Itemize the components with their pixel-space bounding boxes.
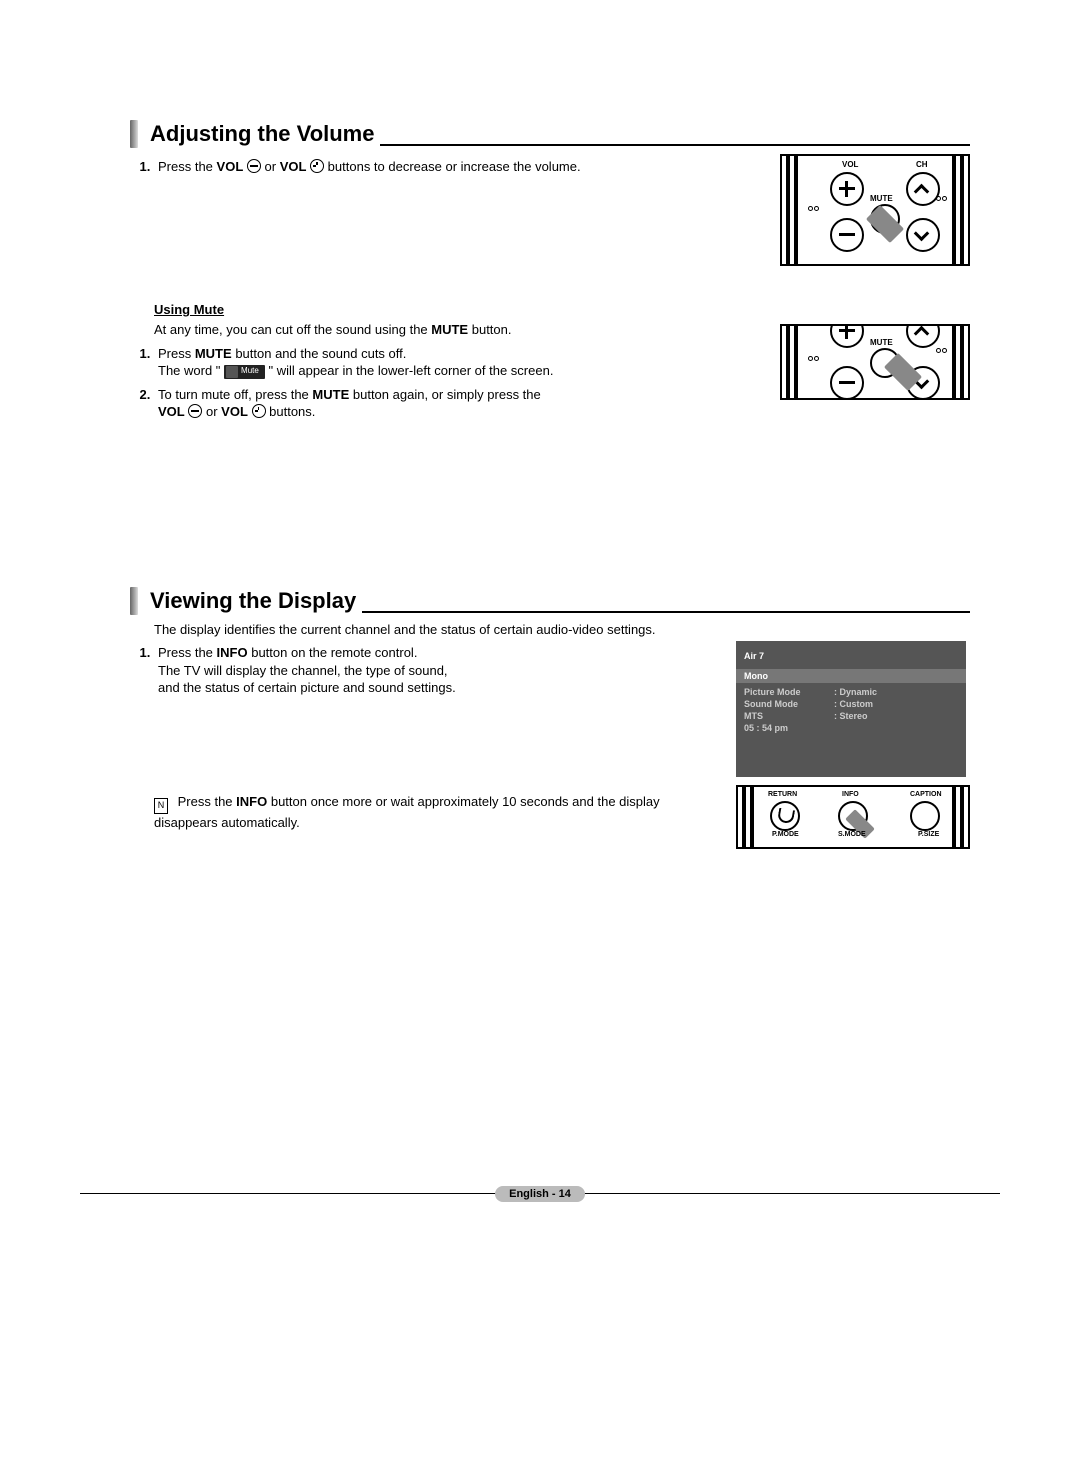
label-caption: CAPTION [910, 791, 942, 798]
page-number: English - 14 [495, 1186, 585, 1202]
label-ch: CH [916, 160, 928, 169]
display-step-1: Press the INFO button on the remote cont… [154, 644, 712, 697]
section-heading-volume: Adjusting the Volume [130, 120, 970, 148]
heading-rule [380, 144, 970, 146]
osd-time: 05 : 54 pm [744, 723, 958, 733]
vol-up-button [830, 172, 864, 206]
ch-down-button [906, 218, 940, 252]
label-return: RETURN [768, 791, 797, 798]
heading-accent [130, 587, 138, 615]
heading-rule [362, 611, 970, 613]
caption-button-icon [910, 801, 940, 831]
label-smode: S.MODE [838, 831, 866, 838]
mute-intro: At any time, you can cut off the sound u… [154, 321, 756, 339]
osd-channel: Air 7 [744, 651, 958, 661]
ch-up-button [906, 172, 940, 206]
osd-row: Picture Mode Dynamic [744, 687, 958, 697]
vol-plus-icon [252, 404, 266, 418]
vol-plus-icon [310, 159, 324, 173]
label-psize: P.SIZE [918, 831, 939, 838]
volume-step-1: Press the VOL or VOL buttons to decrease… [154, 158, 756, 176]
mute-step-1: Press MUTE button and the sound cuts off… [154, 345, 756, 380]
heading-title: Adjusting the Volume [150, 121, 374, 147]
vol-minus-icon [188, 404, 202, 418]
label-mute: MUTE [870, 194, 893, 203]
osd-sound: Mono [736, 669, 966, 683]
subheading-mute: Using Mute [154, 302, 756, 317]
note-icon: N [154, 798, 168, 814]
label-vol: VOL [842, 160, 858, 169]
label-pmode: P.MODE [772, 831, 799, 838]
volume-text: Press the VOL or VOL buttons to decrease… [130, 154, 756, 182]
section-heading-display: Viewing the Display [130, 587, 970, 615]
heading-accent [130, 120, 138, 148]
vol-minus-icon [247, 159, 261, 173]
return-button-icon [770, 801, 800, 831]
display-intro: The display identifies the current chann… [154, 621, 712, 639]
mute-step-2: To turn mute off, press the MUTE button … [154, 386, 756, 421]
mute-speaker-icon [226, 366, 238, 378]
vol-down-button [830, 218, 864, 252]
mute-osd-pill: Mute [224, 365, 265, 379]
page-footer: English - 14 [0, 1193, 1080, 1194]
ch-up-button [906, 324, 940, 348]
vol-up-button [830, 324, 864, 348]
remote-figure-volume: VOL CH MUTE [780, 154, 970, 266]
remote-figure-mute: MUTE [780, 324, 970, 400]
osd-row: Sound Mode Custom [744, 699, 958, 709]
heading-title: Viewing the Display [150, 588, 356, 614]
remote-figure-info: RETURN INFO CAPTION P.MODE S.MODE P.SIZE [736, 785, 970, 849]
label-info: INFO [842, 791, 859, 798]
display-note: N Press the INFO button once more or wai… [154, 793, 712, 832]
osd-row: MTS Stereo [744, 711, 958, 721]
osd-info-panel: Air 7 Mono Picture Mode Dynamic Sound Mo… [736, 641, 966, 777]
vol-down-button [830, 366, 864, 400]
label-mute: MUTE [870, 338, 893, 347]
